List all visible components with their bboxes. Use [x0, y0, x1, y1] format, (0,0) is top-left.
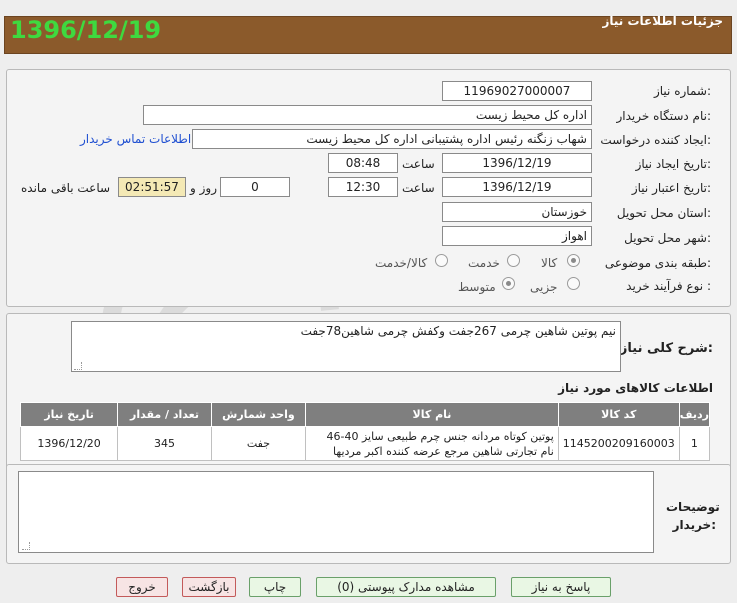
attachments-button[interactable]: مشاهده مدارک پیوستی (0)	[316, 577, 496, 597]
col-code: کد کالا	[557, 402, 680, 427]
notes-resize-handle[interactable]	[22, 542, 30, 550]
process-radio-medium[interactable]	[502, 277, 515, 290]
header-date: 1396/12/19	[10, 16, 162, 44]
buyer-notes-label: توضیحات خریدار:	[666, 500, 720, 532]
cell-quantity: 345	[117, 426, 212, 461]
city-label: شهر محل تحویل:	[624, 231, 711, 245]
col-quantity: تعداد / مقدار	[117, 402, 212, 427]
process-option-minor: جزیی	[530, 280, 558, 294]
buyer-org-field: اداره کل محیط زیست	[143, 105, 592, 125]
created-date-field: 1396/12/19	[442, 153, 592, 173]
city-field: اهواز	[442, 226, 592, 246]
print-button[interactable]: چاپ	[249, 577, 301, 597]
remaining-time-badge: 02:51:57	[118, 177, 186, 197]
category-radio-goods[interactable]	[567, 254, 580, 267]
reply-button[interactable]: پاسخ به نیاز	[511, 577, 611, 597]
process-type-label: نوع فرآیند خرید :	[626, 279, 711, 293]
cell-unit: جفت	[210, 426, 307, 461]
resize-handle[interactable]	[74, 362, 82, 370]
description-label: شرح کلی نیاز:	[619, 341, 713, 356]
validity-time-label: ساعت	[402, 181, 435, 195]
buyer-contact-link[interactable]: اطلاعات تماس خریدار	[80, 132, 191, 146]
category-label: طبقه بندی موضوعی:	[604, 256, 711, 270]
days-label: روز و	[190, 181, 217, 195]
validity-date-label: تاریخ اعتبار نیاز:	[631, 181, 711, 195]
col-unit: واحد شمارش	[210, 402, 307, 427]
cell-need-date: 1396/12/20	[19, 426, 119, 461]
category-radio-service[interactable]	[507, 254, 520, 267]
col-row: ردیف	[678, 402, 711, 427]
col-name: نام کالا	[305, 402, 559, 427]
buyer-notes-textarea[interactable]	[18, 471, 654, 553]
items-section-title: اطلاعات کالاهای مورد نیاز	[558, 381, 713, 395]
cell-row: 1	[678, 426, 711, 461]
table-row: 1 1145200209160003 پوتین کوتاه مردانه جن…	[19, 426, 711, 461]
process-radio-minor[interactable]	[567, 277, 580, 290]
page-title: جزئیات اطلاعات نیاز	[602, 14, 723, 28]
validity-time-field: 12:30	[328, 177, 398, 197]
category-option-goods: کالا	[541, 256, 558, 270]
need-number-field: 11969027000007	[442, 81, 592, 101]
col-need-date: تاریخ نیاز	[19, 402, 119, 427]
process-option-medium: متوسط	[458, 280, 496, 294]
cell-code: 1145200209160003	[557, 426, 680, 461]
category-option-service: خدمت	[468, 256, 500, 270]
province-field: خوزستان	[442, 202, 592, 222]
buyer-org-label: نام دستگاه خریدار:	[616, 109, 712, 123]
description-textarea[interactable]: نیم پوتین شاهین چرمی 267جفت وکفش چرمی شا…	[71, 321, 621, 372]
created-date-label: تاریخ ایجاد نیاز:	[635, 157, 711, 171]
requester-label: ایجاد کننده درخواست:	[600, 133, 711, 147]
back-button[interactable]: بازگشت	[182, 577, 236, 597]
created-time-label: ساعت	[402, 157, 435, 171]
days-remaining-field: 0	[220, 177, 290, 197]
exit-button[interactable]: خروج	[116, 577, 168, 597]
created-time-field: 08:48	[328, 153, 398, 173]
province-label: استان محل تحویل:	[616, 206, 711, 220]
remaining-label: ساعت باقی مانده	[21, 181, 111, 195]
need-number-label: شماره نیاز:	[653, 84, 711, 98]
items-table: ردیف کد کالا نام کالا واحد شمارش تعداد /…	[19, 402, 711, 461]
requester-field: شهاب زنگنه رئیس اداره پشتیبانی اداره کل …	[192, 129, 592, 149]
category-radio-goods-service[interactable]	[435, 254, 448, 267]
cell-name: پوتین کوتاه مردانه جنس چرم طبیعی سایز 40…	[305, 426, 559, 461]
validity-date-field: 1396/12/19	[442, 177, 592, 197]
category-option-goods-service: کالا/خدمت	[375, 256, 428, 270]
